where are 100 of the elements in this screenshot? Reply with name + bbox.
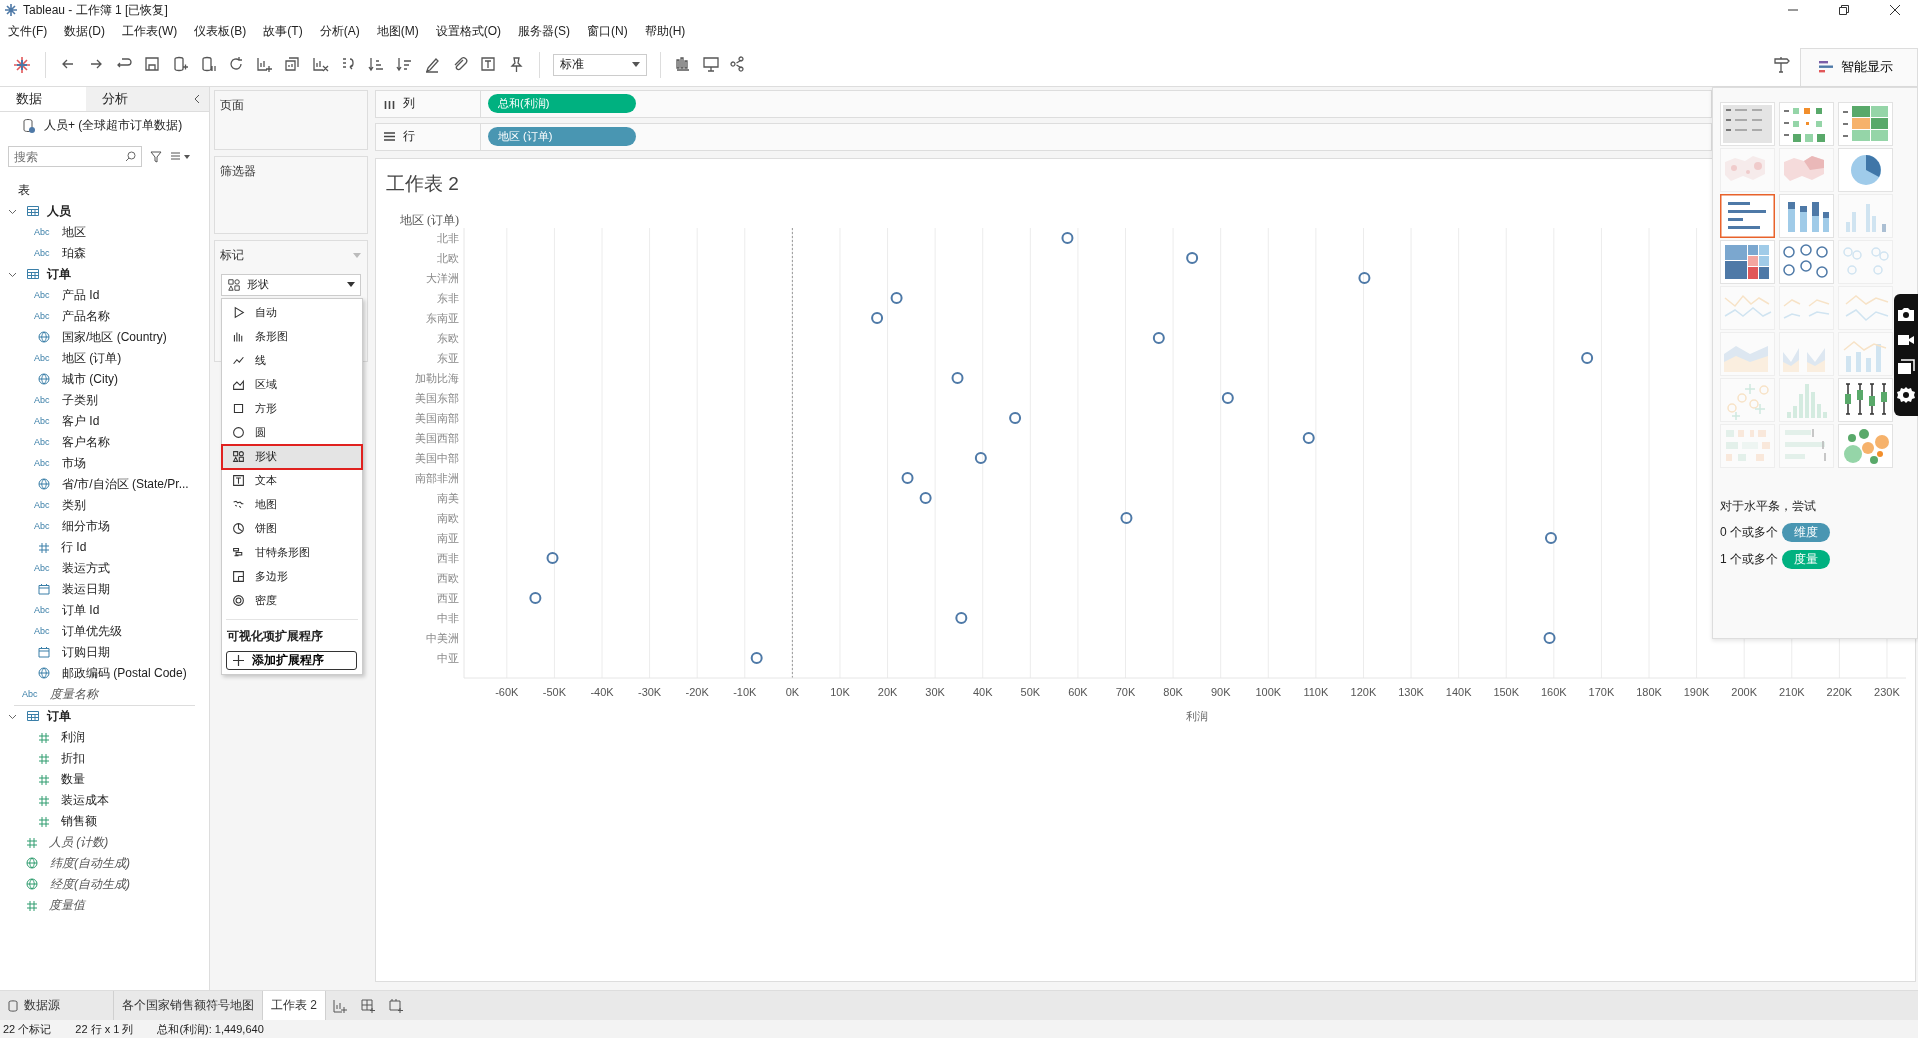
menu-item[interactable]: 文件(F) — [8, 23, 57, 41]
view-list-icon[interactable] — [170, 151, 190, 162]
app-logo-icon — [4, 3, 18, 17]
field-name[interactable]: 地区 — [62, 223, 86, 241]
new-story-icon[interactable] — [388, 997, 404, 1014]
menu-item[interactable]: 设置格式(O) — [435, 23, 510, 41]
menu-option[interactable]: 方形 — [222, 396, 362, 421]
menu-option[interactable]: 条形图 — [222, 324, 362, 349]
video-camera-icon[interactable] — [1897, 333, 1915, 348]
field-name[interactable]: 城市 (City) — [62, 370, 118, 388]
field-name[interactable]: 客户 Id — [62, 412, 100, 430]
signpost-icon[interactable] — [1772, 55, 1791, 75]
field-name[interactable]: 产品 Id — [62, 286, 100, 304]
menu-item[interactable]: 地图(M) — [376, 23, 428, 41]
field-name[interactable]: 数量 — [61, 770, 85, 788]
field-name[interactable]: 订购日期 — [62, 643, 110, 661]
field-name[interactable]: 客户名称 — [62, 433, 110, 451]
new-worksheet-icon[interactable] — [255, 55, 274, 75]
show-me-tab[interactable]: 智能显示 — [1800, 47, 1918, 86]
field-name[interactable]: 装运成本 — [61, 791, 109, 809]
menu-option[interactable]: 线 — [222, 348, 362, 373]
requirement-text: 1 个或多个 — [1720, 550, 1778, 568]
menu-item[interactable]: 数据(D) — [64, 23, 114, 41]
field-name[interactable]: 度量名称 — [50, 685, 98, 703]
field-name[interactable]: 订单 Id — [62, 601, 100, 619]
type-label: Abc — [34, 395, 51, 406]
field-name[interactable]: 地区 (订单) — [62, 349, 122, 367]
box-whisker-thumbnail[interactable] — [1838, 377, 1893, 422]
menu-item[interactable]: 故事(T) — [263, 23, 312, 41]
menu-option[interactable]: 文本 — [222, 468, 362, 493]
tableau-logo-icon[interactable] — [12, 54, 32, 75]
axis-title: 地区 (订单) — [400, 212, 459, 227]
field-name[interactable]: 邮政编码 (Postal Code) — [62, 664, 187, 682]
field-name[interactable]: 装运日期 — [62, 580, 110, 598]
tick-label: 60K — [1068, 685, 1088, 698]
field-name[interactable]: 销售额 — [61, 812, 97, 830]
caret-icon — [632, 62, 640, 68]
menu-option[interactable]: 地图 — [222, 492, 362, 517]
circle-view-thumbnail[interactable] — [1779, 239, 1834, 284]
highlight-table-thumbnail[interactable] — [1838, 101, 1893, 146]
pie-thumbnail[interactable] — [1838, 147, 1893, 192]
globe-icon — [38, 478, 50, 491]
add-extension-button[interactable]: 添加扩展程序 — [226, 650, 357, 670]
field-name[interactable]: 装运方式 — [62, 559, 110, 577]
table-name[interactable]: 订单 — [47, 265, 71, 283]
table-name[interactable]: 人员 — [47, 202, 71, 220]
field-name[interactable]: 行 Id — [61, 538, 87, 556]
menu-item[interactable]: 分析(A) — [319, 23, 369, 41]
menu-option[interactable]: 密度 — [222, 588, 362, 613]
menu-option[interactable]: 甘特条形图 — [222, 540, 362, 565]
fit-dropdown[interactable]: 标准 — [553, 53, 647, 76]
sheet-title: 工作表 2 — [386, 171, 459, 196]
field-name[interactable]: 人员 (计数) — [49, 833, 109, 851]
field-name[interactable]: 市场 — [62, 454, 86, 472]
field-name[interactable]: 类别 — [62, 496, 86, 514]
heat-map-thumbnail[interactable] — [1779, 101, 1834, 146]
field-name[interactable]: 国家/地区 (Country) — [62, 328, 167, 346]
field-name[interactable]: 度量值 — [49, 896, 85, 914]
filter-icon[interactable] — [150, 150, 162, 163]
presentation-icon[interactable] — [702, 55, 721, 75]
table-name[interactable]: 订单 — [47, 707, 71, 725]
treemap-thumbnail[interactable] — [1720, 239, 1775, 284]
field-name[interactable]: 纬度(自动生成) — [50, 854, 130, 872]
status-text: 22 行 x 1 列 — [75, 1021, 134, 1037]
menu-option[interactable]: 多边形 — [222, 564, 362, 589]
menu-item[interactable]: 窗口(N) — [587, 23, 637, 41]
horizontal-bar-thumbnail[interactable] — [1720, 193, 1775, 238]
menu-item[interactable]: 服务器(S) — [518, 23, 579, 41]
field-name[interactable]: 细分市场 — [62, 517, 110, 535]
windows-icon[interactable] — [1897, 358, 1915, 375]
field-name[interactable]: 利润 — [61, 728, 85, 746]
field-name[interactable]: 订单优先级 — [62, 622, 122, 640]
stacked-bar-thumbnail[interactable] — [1779, 193, 1834, 238]
field-name[interactable]: 产品名称 — [62, 307, 110, 325]
field-name[interactable]: 珀森 — [62, 244, 86, 262]
pane-tab[interactable]: 数据 — [0, 86, 86, 111]
menu-item[interactable]: 帮助(H) — [644, 23, 695, 41]
menu-option[interactable]: 形状 — [222, 444, 362, 469]
mark-type-dropdown[interactable]: 形状 — [221, 273, 361, 296]
menu-option[interactable]: 区域 — [222, 372, 362, 397]
collapse-icon[interactable] — [193, 93, 201, 104]
new-dashboard-icon[interactable] — [360, 997, 376, 1014]
menu-item[interactable]: 工作表(W) — [122, 23, 187, 41]
camera-icon[interactable] — [1897, 305, 1915, 322]
packed-bubbles-thumbnail[interactable] — [1838, 423, 1893, 468]
field-name[interactable]: 省/市/自治区 (State/Pr... — [62, 475, 189, 493]
field-name[interactable]: 折扣 — [61, 749, 85, 767]
menu-option[interactable]: 饼图 — [222, 516, 362, 541]
menu-option[interactable]: 圆 — [222, 420, 362, 445]
menu-item[interactable]: 仪表板(B) — [194, 23, 256, 41]
settings-icon[interactable] — [1897, 386, 1915, 405]
search-field[interactable]: 搜索 — [8, 146, 142, 168]
field-name[interactable]: 子类别 — [62, 391, 98, 409]
table-icon — [27, 269, 39, 280]
sheet-tab[interactable]: 工作表 2 — [263, 991, 326, 1020]
datasource-name[interactable]: 人员+ (全球超市订单数据) — [44, 117, 183, 135]
menu-option[interactable]: 自动 — [222, 300, 362, 325]
field-name[interactable]: 经度(自动生成) — [50, 875, 130, 893]
pane-tab[interactable]: 分析 — [86, 86, 172, 111]
text-table-thumbnail[interactable] — [1720, 101, 1775, 146]
